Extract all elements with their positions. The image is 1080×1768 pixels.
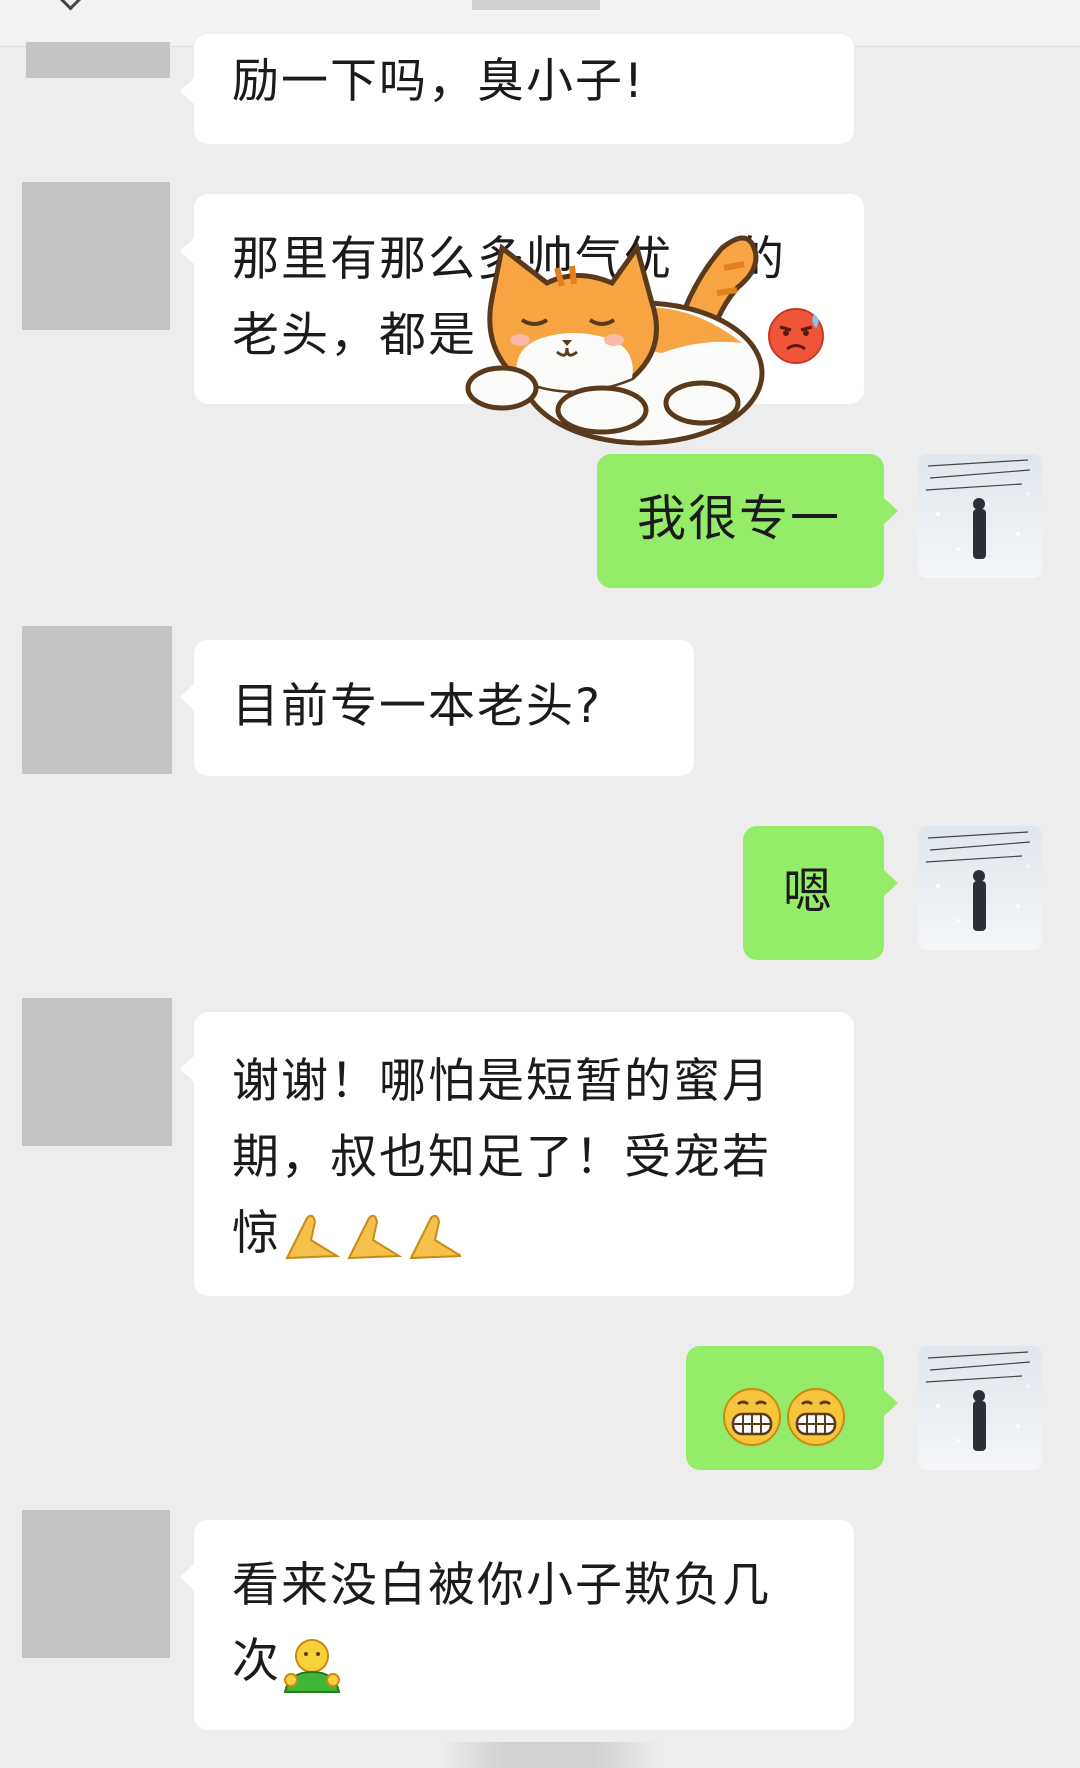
message-text: 惊 bbox=[232, 1206, 281, 1261]
message-text: 老头，都是 bbox=[232, 308, 477, 363]
message-text: 嗯 bbox=[783, 863, 835, 920]
avatar[interactable] bbox=[22, 1510, 170, 1658]
message-text: 次 bbox=[232, 1634, 281, 1689]
message-bubble-incoming[interactable]: 谢谢！哪怕是短暂的蜜月 期，叔也知足了！受宠若 惊 bbox=[180, 1012, 854, 1296]
grinning-face-emoji bbox=[722, 1386, 846, 1446]
message-bubble-outgoing[interactable]: 嗯 bbox=[743, 826, 898, 960]
folded-hands-emoji bbox=[281, 1206, 461, 1261]
chevron-down-icon[interactable] bbox=[58, 0, 83, 11]
my-avatar[interactable] bbox=[918, 826, 1042, 950]
message-text: 目前专一本老头? bbox=[232, 679, 602, 734]
avatar[interactable] bbox=[26, 42, 170, 78]
message-bubble-outgoing[interactable]: 我很专一 bbox=[597, 454, 898, 588]
message-text: 我很专一 bbox=[637, 490, 842, 547]
message-text: 期，叔也知足了！受宠若 bbox=[232, 1130, 771, 1185]
snow-figure-avatar-icon bbox=[918, 826, 1042, 950]
message-text: 励一下吗，臭小子! bbox=[232, 54, 645, 109]
message-text: 看来没白被你小子欺负几 bbox=[232, 1558, 771, 1613]
watermark bbox=[440, 1742, 660, 1768]
avatar[interactable] bbox=[22, 182, 170, 330]
message-bubble-incoming[interactable]: 励一下吗，臭小子! bbox=[180, 34, 854, 144]
avatar[interactable] bbox=[22, 626, 172, 774]
message-text: 谢谢！哪怕是短暂的蜜月 bbox=[232, 1054, 771, 1109]
sleeping-cat-sticker[interactable] bbox=[462, 228, 782, 458]
message-bubble-incoming[interactable]: 目前专一本老头? bbox=[180, 640, 694, 776]
avatar[interactable] bbox=[22, 998, 172, 1146]
message-bubble-outgoing[interactable] bbox=[686, 1346, 898, 1470]
snow-figure-avatar-icon bbox=[918, 454, 1042, 578]
snow-figure-avatar-icon bbox=[918, 1346, 1042, 1470]
person-emoji bbox=[281, 1634, 343, 1693]
message-bubble-incoming[interactable]: 看来没白被你小子欺负几 次 bbox=[180, 1520, 854, 1730]
top-indicator bbox=[472, 0, 600, 10]
my-avatar[interactable] bbox=[918, 454, 1042, 578]
my-avatar[interactable] bbox=[918, 1346, 1042, 1470]
